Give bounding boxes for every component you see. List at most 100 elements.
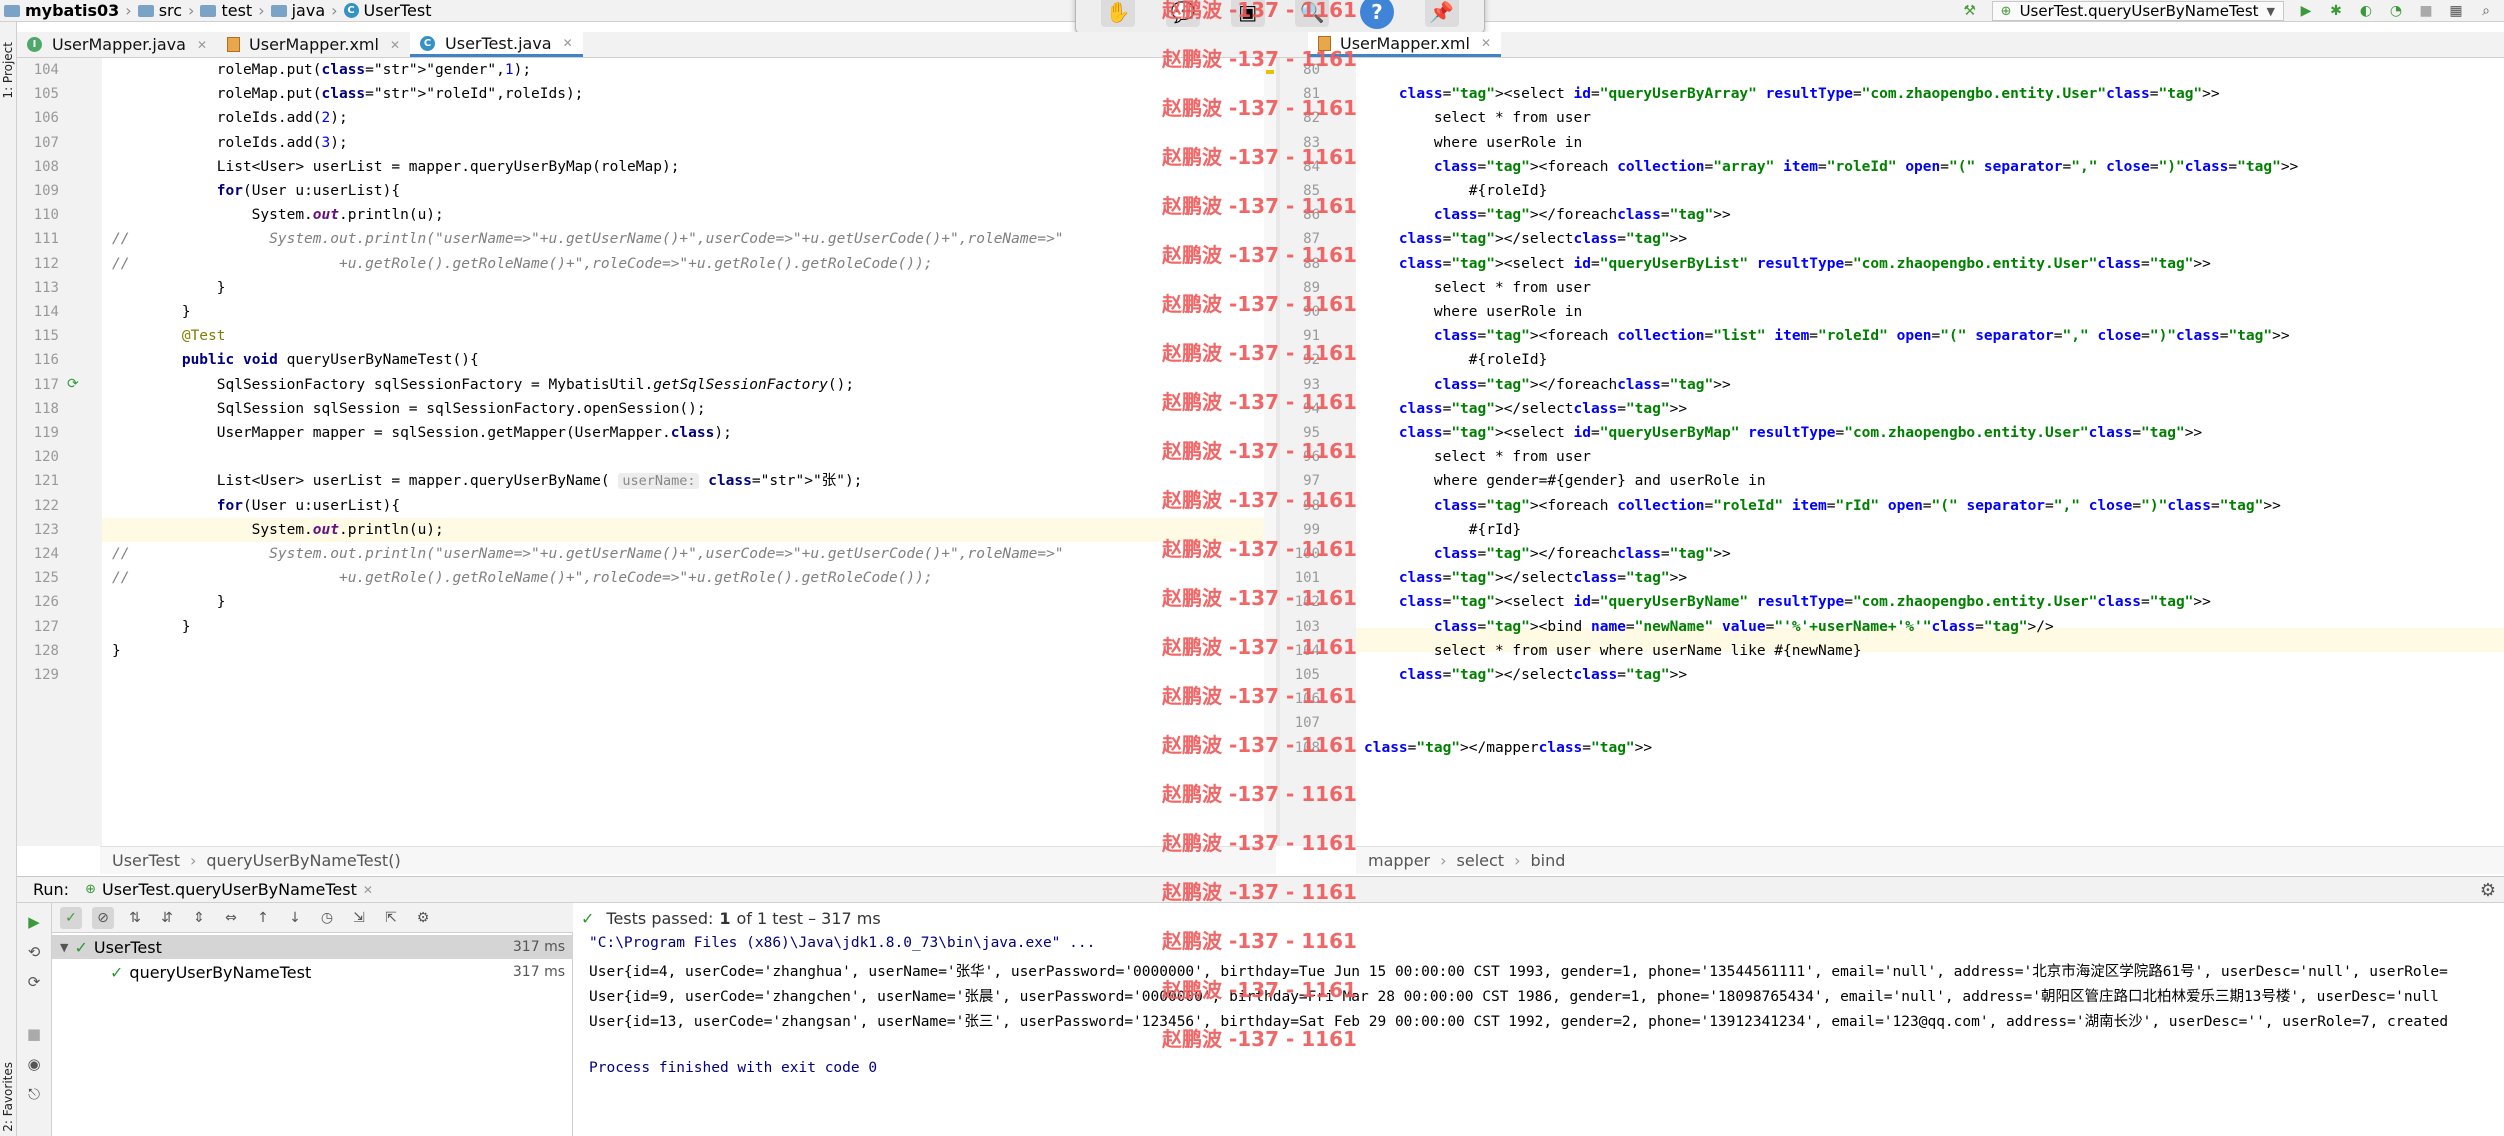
line-number[interactable]: 108 [19, 159, 59, 175]
code-line[interactable]: roleIds.add(2); [112, 108, 348, 128]
build-hammer-icon[interactable]: ⚒ [1962, 3, 1978, 19]
line-number[interactable]: 119 [19, 425, 59, 441]
code-line[interactable]: SqlSessionFactory sqlSessionFactory = My… [112, 375, 854, 395]
line-number[interactable]: 126 [19, 594, 59, 610]
crumb-bind[interactable]: bind [1530, 851, 1565, 870]
tab-usertest-java[interactable]: C UserTest.java ✕ [410, 32, 583, 57]
run-config-selector[interactable]: ⊕ UserTest.queryUserByNameTest ▼ [1991, 1, 2284, 21]
camera-icon[interactable]: ◉ [23, 1053, 45, 1075]
show-passed-icon[interactable]: ✓ [60, 906, 82, 929]
settings-icon[interactable]: ⚙ [412, 907, 434, 929]
crumb-file[interactable]: UserTest [364, 1, 432, 20]
code-line[interactable]: for(User u:userList){ [112, 181, 400, 201]
code-line[interactable]: class="tag"></selectclass="tag">> [1364, 399, 1687, 419]
next-icon[interactable]: ↓ [284, 907, 306, 929]
crumb-project[interactable]: mybatis03 [25, 1, 119, 20]
code-line[interactable]: roleMap.put(class="str">"roleId",roleIds… [112, 84, 584, 104]
line-number[interactable]: 114 [19, 304, 59, 320]
gear-icon[interactable]: ⚙ [2480, 880, 2496, 901]
code-line[interactable]: } [112, 302, 191, 322]
code-line[interactable]: class="tag"><select id="queryUserByMap" … [1364, 423, 2202, 443]
import-icon[interactable]: ⇲ [348, 907, 370, 929]
code-line[interactable]: // System.out.println("userName=>"+u.get… [112, 544, 1064, 564]
line-number[interactable]: 104 [19, 62, 59, 78]
code-line[interactable]: select * from user [1364, 108, 1591, 128]
favorites-tool-button[interactable]: 2: Favorites [1, 1062, 15, 1132]
code-line[interactable]: class="tag"></foreachclass="tag">> [1364, 205, 1731, 225]
stop-icon[interactable]: ■ [23, 1023, 45, 1045]
code-line[interactable]: class="tag"><foreach collection="list" i… [1364, 326, 2290, 346]
code-line[interactable]: select * from user [1364, 278, 1591, 298]
line-number[interactable]: 106 [19, 110, 59, 126]
code-line[interactable]: class="tag"></selectclass="tag">> [1364, 665, 1687, 685]
code-line[interactable]: System.out.println(u); [112, 205, 444, 225]
exit-icon[interactable]: ⎋ [23, 1083, 45, 1105]
code-line[interactable]: } [112, 592, 226, 612]
line-number[interactable]: 113 [19, 280, 59, 296]
show-ignored-icon[interactable]: ⊘ [92, 906, 114, 929]
run-tab[interactable]: ⊕ UserTest.queryUserByNameTest ✕ [85, 880, 373, 899]
line-number[interactable]: 125 [19, 570, 59, 586]
close-icon[interactable]: ✕ [197, 38, 207, 52]
tab-usermapper-xml[interactable]: UserMapper.xml ✕ [217, 32, 410, 57]
line-number[interactable]: 107 [19, 135, 59, 151]
collapse-all-icon[interactable]: ⇔ [220, 907, 242, 929]
code-line[interactable]: public void queryUserByNameTest(){ [112, 350, 479, 370]
code-line[interactable]: class="tag"><select id="queryUserByList"… [1364, 254, 2211, 274]
code-line[interactable]: UserMapper mapper = sqlSession.getMapper… [112, 423, 732, 443]
toggle-auto-test-icon[interactable]: ⟳ [23, 971, 45, 993]
console-output[interactable]: ✓ Tests passed: 1 of 1 test – 317 ms "C:… [573, 903, 2504, 1136]
code-line[interactable]: class="tag"><foreach collection="roleId"… [1364, 496, 2281, 516]
line-number[interactable]: 124 [19, 546, 59, 562]
code-line[interactable]: class="tag"><select id="queryUserByArray… [1364, 84, 2220, 104]
code-line[interactable]: select * from user [1364, 447, 1591, 467]
code-line[interactable]: where gender=#{gender} and userRole in [1364, 471, 1766, 491]
crumb-java[interactable]: java [292, 1, 326, 20]
crumb-test[interactable]: test [221, 1, 252, 20]
line-number[interactable]: 111 [19, 231, 59, 247]
code-line[interactable]: } [112, 617, 191, 637]
line-number[interactable]: 118 [19, 401, 59, 417]
hand-icon[interactable]: ✋ [1101, 0, 1136, 27]
pin-icon[interactable]: 📌 [1424, 0, 1459, 27]
line-number[interactable]: 122 [19, 498, 59, 514]
code-line[interactable]: where userRole in [1364, 302, 1582, 322]
code-line[interactable]: List<User> userList = mapper.queryUserBy… [112, 157, 680, 177]
code-line[interactable]: System.out.println(u); [112, 520, 444, 540]
export-icon[interactable]: ⇱ [380, 907, 402, 929]
crumb-select[interactable]: select [1457, 851, 1505, 870]
tree-row[interactable]: ✓ queryUserByNameTest 317 ms [52, 960, 573, 984]
code-line[interactable]: roleMap.put(class="str">"gender",1); [112, 60, 531, 80]
code-line[interactable]: SqlSession sqlSession = sqlSessionFactor… [112, 399, 706, 419]
project-structure-icon[interactable]: ▦ [2448, 3, 2464, 19]
code-line[interactable]: class="tag"></foreachclass="tag">> [1364, 544, 1731, 564]
code-line[interactable]: class="tag"></foreachclass="tag">> [1364, 375, 1731, 395]
line-number[interactable]: 115 [19, 328, 59, 344]
code-line[interactable]: #{rId} [1364, 520, 1521, 540]
history-icon[interactable]: ◷ [316, 907, 338, 929]
rerun-icon[interactable]: ▶ [23, 911, 45, 933]
crumb-method[interactable]: queryUserByNameTest() [206, 851, 400, 870]
left-editor[interactable]: 104 105 106 107 108 109 110 111 112 113 114 115 116 1… [17, 58, 1276, 846]
code-line[interactable]: class="tag"><bind name="newName" value="… [1364, 617, 2054, 637]
sort-alpha-icon[interactable]: ⇅ [124, 907, 146, 929]
crumb-class[interactable]: UserTest [112, 851, 180, 870]
chevron-down-icon[interactable]: ▼ [60, 941, 68, 954]
code-line[interactable]: // System.out.println("userName=>"+u.get… [112, 229, 1064, 249]
stop-icon[interactable]: ■ [2418, 3, 2434, 19]
code-line[interactable]: class="tag"><foreach collection="array" … [1364, 157, 2298, 177]
line-number[interactable]: 105 [19, 86, 59, 102]
left-code-area[interactable]: roleMap.put(class="str">"gender",1); rol… [112, 58, 1272, 846]
profile-icon[interactable]: ◔ [2388, 3, 2404, 19]
code-line[interactable]: @Test [112, 326, 226, 346]
code-line[interactable]: class="tag"></selectclass="tag">> [1364, 568, 1687, 588]
line-number[interactable]: 129 [19, 667, 59, 683]
line-number[interactable]: 112 [19, 256, 59, 272]
code-line[interactable]: class="tag"></mapperclass="tag">> [1364, 738, 1652, 758]
close-icon[interactable]: ✕ [1481, 36, 1491, 50]
line-number[interactable]: 117 [19, 377, 59, 393]
rerun-failed-icon[interactable]: ⟲ [23, 941, 45, 963]
tree-row[interactable]: ▼ ✓ UserTest 317 ms [52, 935, 573, 959]
code-line[interactable]: roleIds.add(3); [112, 133, 348, 153]
code-line[interactable]: class="tag"></selectclass="tag">> [1364, 229, 1687, 249]
